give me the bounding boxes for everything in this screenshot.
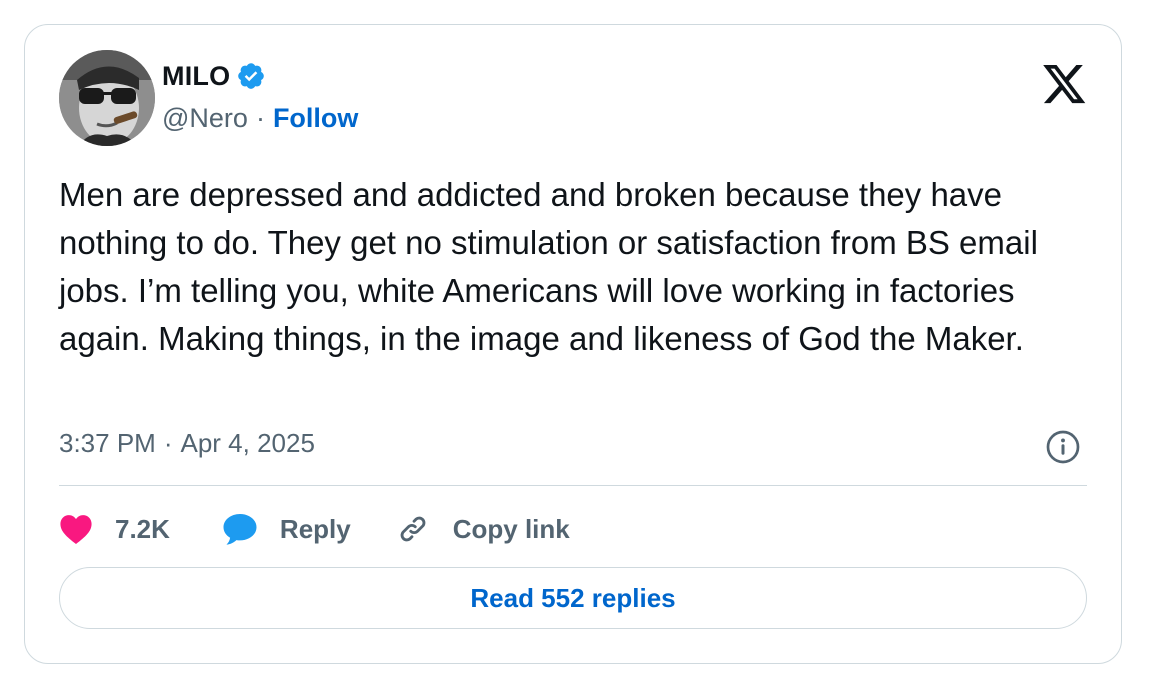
author-display-name[interactable]: MILO — [162, 61, 230, 92]
author-handle-row: @Nero · Follow — [162, 103, 358, 134]
avatar[interactable] — [59, 50, 155, 146]
verified-badge-icon — [236, 61, 266, 91]
tweet-timestamp[interactable]: 3:37 PM · Apr 4, 2025 — [59, 428, 315, 459]
read-replies-button[interactable]: Read 552 replies — [59, 567, 1087, 629]
author-handle[interactable]: @Nero — [162, 103, 248, 134]
separator-dot: · — [163, 428, 173, 458]
tweet-date: Apr 4, 2025 — [180, 428, 315, 458]
link-icon — [395, 511, 431, 547]
speech-bubble-icon — [222, 512, 258, 546]
divider — [59, 485, 1087, 486]
action-bar: 7.2K Reply Copy link — [59, 505, 570, 553]
tweet-card: MILO @Nero · Follow Men are depressed an… — [24, 24, 1122, 664]
reply-button[interactable]: Reply — [222, 512, 351, 546]
tweet-time: 3:37 PM — [59, 428, 156, 458]
info-icon[interactable] — [1045, 429, 1081, 465]
like-button[interactable]: 7.2K — [59, 513, 170, 545]
author-name-row: MILO — [162, 59, 266, 93]
read-replies-label: Read 552 replies — [470, 582, 676, 613]
like-count: 7.2K — [115, 513, 170, 544]
follow-button[interactable]: Follow — [273, 103, 358, 134]
copy-link-label: Copy link — [452, 513, 570, 544]
x-logo-icon[interactable] — [1043, 65, 1087, 105]
copy-link-button[interactable]: Copy link — [395, 511, 570, 547]
heart-icon — [59, 513, 93, 545]
tweet-text: Men are depressed and addicted and broke… — [59, 176, 1038, 357]
reply-label: Reply — [279, 513, 351, 544]
separator-dot: · — [255, 103, 265, 133]
avatar-image — [59, 50, 155, 146]
